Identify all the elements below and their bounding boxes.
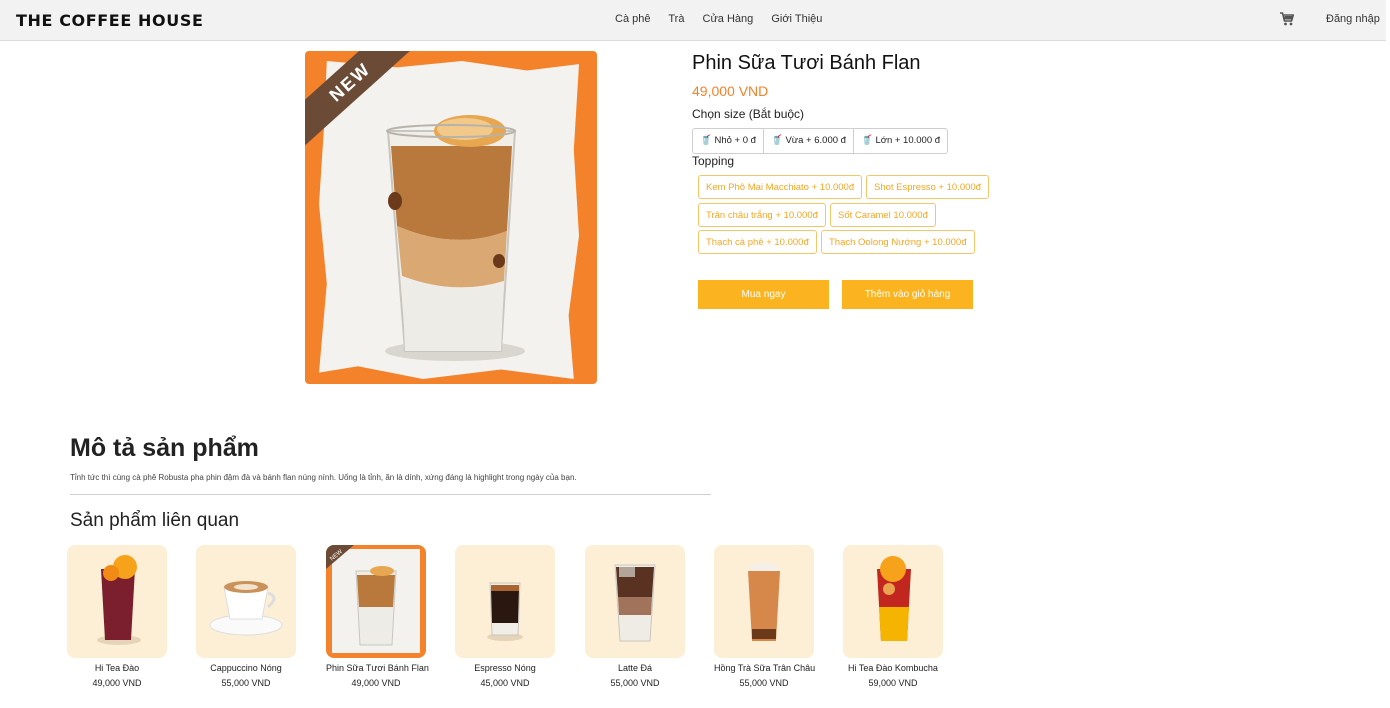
buy-now-button[interactable]: Mua ngay bbox=[698, 280, 829, 309]
product-thumbnail[interactable]: NEW bbox=[326, 545, 426, 658]
card-price: 55,000 VND bbox=[739, 678, 789, 688]
topping-cheese-macchiato[interactable]: Kem Phô Mai Macchiato + 10.000đ bbox=[698, 175, 863, 199]
login-link[interactable]: Đăng nhập bbox=[1326, 13, 1380, 25]
topping-white-pearl[interactable]: Trân châu trắng + 10.000đ bbox=[698, 203, 826, 227]
card-name: Hồng Trà Sữa Trân Châu bbox=[714, 663, 816, 673]
card-price: 55,000 VND bbox=[221, 678, 271, 688]
description-text: Tỉnh tức thì cùng cà phê Robusta pha phi… bbox=[70, 473, 577, 482]
topping-label: Topping bbox=[692, 154, 735, 168]
iced-latte-image bbox=[614, 564, 656, 642]
topping-coffee-jelly[interactable]: Thạch cà phê + 10.000đ bbox=[698, 230, 817, 254]
product-thumbnail[interactable] bbox=[67, 545, 167, 658]
card-name: Phin Sữa Tươi Bánh Flan bbox=[326, 663, 429, 673]
card-name: Cappuccino Nóng bbox=[210, 663, 282, 673]
related-card[interactable]: Hồng Trà Sữa Trân Châu 55,000 VND bbox=[714, 545, 816, 688]
product-price: 49,000 VND bbox=[692, 83, 769, 99]
product-thumbnail[interactable] bbox=[585, 545, 685, 658]
size-small-button[interactable]: 🥤 Nhỏ + 0 đ bbox=[693, 129, 764, 153]
size-large-label: Lớn + 10.000 đ bbox=[875, 135, 941, 146]
size-medium-label: Vừa + 6.000 đ bbox=[785, 135, 846, 146]
cup-icon: 🥤 bbox=[770, 135, 783, 146]
peach-kombucha-image bbox=[877, 556, 911, 641]
description-title: Mô tả sản phẩm bbox=[70, 434, 259, 462]
product-name: Phin Sữa Tươi Bánh Flan bbox=[692, 52, 921, 74]
size-medium-button[interactable]: 🥤 Vừa + 6.000 đ bbox=[763, 129, 854, 153]
nav-item-stores[interactable]: Cửa Hàng bbox=[703, 13, 754, 25]
card-name: Hi Tea Đào bbox=[94, 663, 140, 673]
topping-shot-espresso[interactable]: Shot Espresso + 10.000đ bbox=[866, 175, 989, 199]
related-card[interactable]: Hi Tea Đào Kombucha 59,000 VND bbox=[843, 545, 943, 688]
nav-item-tea[interactable]: Trà bbox=[668, 13, 684, 25]
card-price: 59,000 VND bbox=[868, 678, 918, 688]
topping-caramel[interactable]: Sốt Caramel 10.000đ bbox=[830, 203, 936, 227]
related-card[interactable]: Espresso Nóng 45,000 VND bbox=[455, 545, 555, 688]
divider bbox=[70, 494, 711, 495]
product-thumbnail[interactable] bbox=[843, 545, 943, 658]
card-price: 55,000 VND bbox=[610, 678, 660, 688]
size-small-label: Nhỏ + 0 đ bbox=[714, 135, 756, 146]
milk-tea-image bbox=[748, 563, 780, 641]
card-price: 49,000 VND bbox=[92, 678, 142, 688]
top-navbar: THE COFFEE HOUSE Cà phê Trà Cửa Hàng Giớ… bbox=[0, 0, 1386, 41]
add-to-cart-button[interactable]: Thêm vào giỏ hàng bbox=[842, 280, 973, 309]
related-card[interactable]: Cappuccino Nóng 55,000 VND bbox=[196, 545, 296, 688]
phin-flan-image: NEW bbox=[326, 545, 420, 653]
main-nav: Cà phê Trà Cửa Hàng Giới Thiệu bbox=[615, 13, 837, 25]
related-card[interactable]: NEW Phin Sữa Tươi Bánh Flan 49,000 VND bbox=[326, 545, 429, 688]
card-name: Espresso Nóng bbox=[474, 663, 536, 673]
nav-item-about[interactable]: Giới Thiệu bbox=[771, 13, 822, 25]
related-card[interactable]: Latte Đá 55,000 VND bbox=[585, 545, 685, 688]
iced-coffee-illustration bbox=[385, 115, 525, 361]
product-image: NEW bbox=[305, 51, 597, 384]
espresso-image bbox=[487, 582, 523, 641]
product-thumbnail[interactable] bbox=[714, 545, 814, 658]
brand-logo[interactable]: THE COFFEE HOUSE bbox=[16, 11, 203, 30]
related-title: Sản phẩm liên quan bbox=[70, 510, 240, 531]
card-price: 49,000 VND bbox=[351, 678, 401, 688]
cup-icon: 🥤 bbox=[860, 135, 873, 146]
product-thumbnail[interactable] bbox=[196, 545, 296, 658]
size-selector: 🥤 Nhỏ + 0 đ 🥤 Vừa + 6.000 đ 🥤 Lớn + 10.0… bbox=[692, 128, 949, 154]
product-thumbnail[interactable] bbox=[455, 545, 555, 658]
nav-item-coffee[interactable]: Cà phê bbox=[615, 13, 650, 25]
card-price: 45,000 VND bbox=[480, 678, 530, 688]
peach-tea-image bbox=[97, 555, 141, 645]
size-label: Chọn size (Bắt buộc) bbox=[692, 107, 805, 121]
cappuccino-image bbox=[209, 581, 283, 636]
topping-oolong-jelly[interactable]: Thạch Oolong Nướng + 10.000đ bbox=[821, 230, 975, 254]
cart-icon[interactable] bbox=[1279, 11, 1295, 27]
cup-icon: 🥤 bbox=[700, 135, 712, 146]
related-card[interactable]: Hi Tea Đào 49,000 VND bbox=[67, 545, 167, 688]
card-name: Hi Tea Đào Kombucha bbox=[848, 663, 938, 673]
card-name: Latte Đá bbox=[617, 663, 653, 673]
size-large-button[interactable]: 🥤 Lớn + 10.000 đ bbox=[853, 129, 948, 153]
